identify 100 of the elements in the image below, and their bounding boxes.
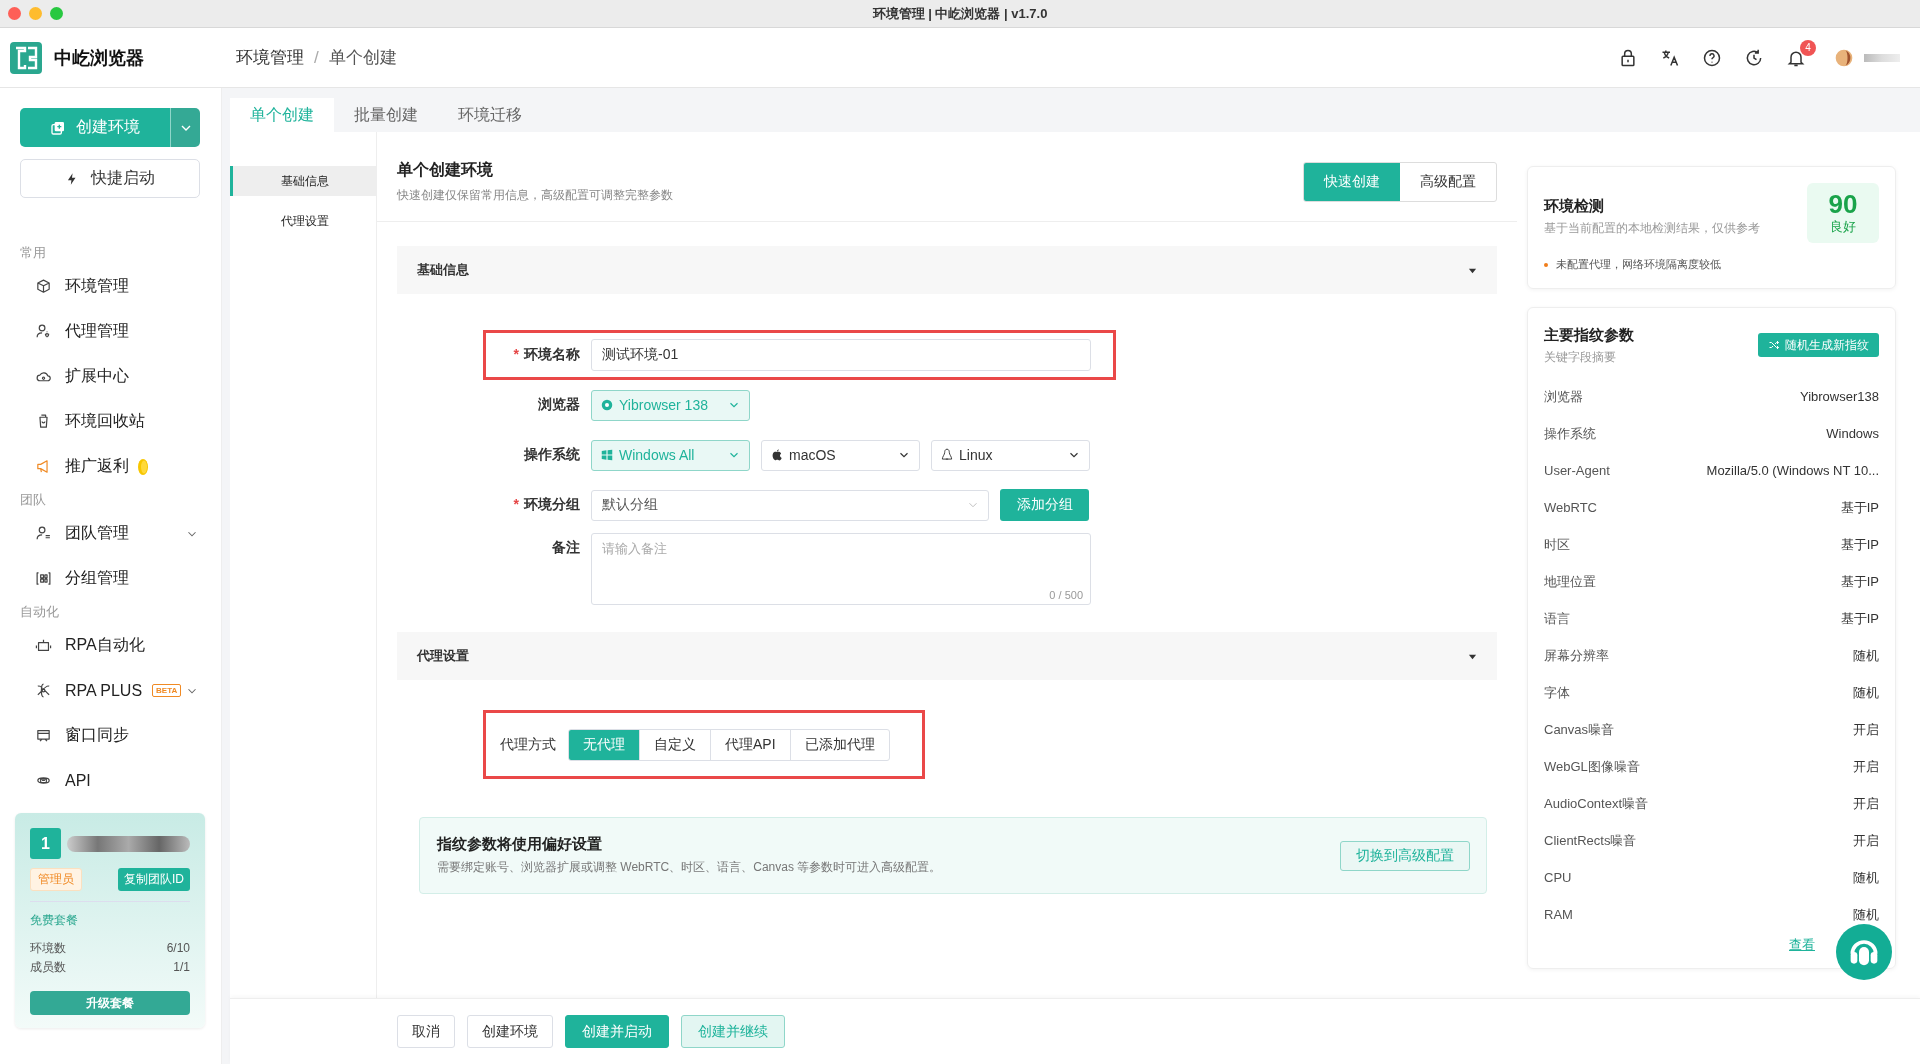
nav-item[interactable]: 扩展中心 <box>20 354 201 399</box>
parameter-label: 语言 <box>1544 609 1570 628</box>
close-window-button[interactable] <box>8 7 21 20</box>
role-tag: 管理员 <box>30 868 82 891</box>
parameter-label: CPU <box>1544 870 1572 885</box>
parameter-value: 开启 <box>1853 831 1879 850</box>
section-nav-item[interactable]: 基础信息 <box>230 166 376 196</box>
quick-start-button[interactable]: 快捷启动 <box>20 159 200 198</box>
parameter-value: Windows <box>1826 426 1879 441</box>
window-title: 环境管理 | 中屹浏览器 | v1.7.0 <box>872 4 1048 23</box>
stat-value: 1/1 <box>173 959 190 976</box>
parameter-label: Canvas噪音 <box>1544 720 1615 739</box>
stat-label: 成员数 <box>30 959 66 976</box>
browser-icon <box>600 398 614 412</box>
score-badge: 90 良好 <box>1807 183 1879 243</box>
nav-item[interactable]: RPA自动化 <box>20 623 201 668</box>
lock-icon[interactable] <box>1618 47 1638 68</box>
parameter-value: 开启 <box>1853 720 1879 739</box>
nav-item[interactable]: 环境管理 <box>20 264 201 309</box>
page-title: 单个创建环境 <box>397 159 494 180</box>
coin-icon <box>137 457 149 476</box>
users-icon <box>35 525 52 542</box>
blurred-username <box>1864 53 1900 62</box>
proxy-option[interactable]: 已添加代理 <box>789 729 889 760</box>
parameter-value: 随机 <box>1853 905 1879 924</box>
nav-item[interactable]: 环境回收站 <box>20 399 201 444</box>
proxy-option[interactable]: 自定义 <box>639 729 710 760</box>
breadcrumb-item[interactable]: 环境管理 <box>236 46 304 69</box>
tab[interactable]: 环境迁移 <box>438 98 542 132</box>
robot-icon <box>35 637 52 654</box>
team-number: 1 <box>30 828 61 859</box>
parameter-value: 随机 <box>1853 683 1879 702</box>
beta-tag: BETA <box>152 684 182 697</box>
breadcrumb-item: 单个创建 <box>328 47 397 69</box>
nav-item[interactable]: 窗口同步 <box>20 713 201 758</box>
environment-name-field[interactable]: 测试环境-01 <box>591 339 1091 371</box>
page-subtitle: 快速创建仅保留常用信息，高级配置可调整完整参数 <box>397 186 673 204</box>
section-header[interactable]: 基础信息 <box>397 246 1497 294</box>
tab[interactable]: 批量创建 <box>334 98 438 132</box>
parameter-label: WebRTC <box>1544 500 1597 515</box>
stat-label: 环境数 <box>30 940 66 957</box>
footer-button[interactable]: 创建环境 <box>467 1015 553 1048</box>
character-counter: 0 / 500 <box>1049 589 1083 601</box>
stat-value: 6/10 <box>166 940 190 957</box>
parameter-value: 开启 <box>1853 794 1879 813</box>
parameter-label: AudioContext噪音 <box>1544 794 1649 813</box>
parameter-value: 基于IP <box>1840 572 1879 591</box>
field-label: 浏览器 <box>537 396 580 414</box>
nav-item[interactable]: RPA PLUS BETA <box>20 668 201 713</box>
parameter-value: 开启 <box>1853 757 1879 776</box>
avatar[interactable] <box>1834 47 1854 68</box>
parameter-label: 屏幕分辨率 <box>1544 646 1609 665</box>
warning-text: 未配置代理，网络环境隔离度较低 <box>1556 257 1721 272</box>
user-gear-icon <box>35 323 52 340</box>
field-label: * 环境名称 <box>512 346 580 364</box>
parameter-value: 基于IP <box>1840 535 1879 554</box>
apple-icon <box>770 448 784 462</box>
mode-toggle[interactable]: 高级配置 <box>1400 162 1496 201</box>
proxy-option[interactable]: 代理API <box>710 729 790 760</box>
card-title: 主要指纹参数 <box>1544 326 1634 345</box>
plan-name: 免费套餐 <box>30 912 79 929</box>
window-icon <box>35 727 52 744</box>
refresh-icon[interactable] <box>1744 47 1764 68</box>
breadcrumb-separator: / <box>314 47 319 68</box>
nav-item[interactable]: 分组管理 <box>20 556 201 601</box>
nav-item[interactable]: 代理管理 <box>20 309 201 354</box>
parameter-value: Mozilla/5.0 (Windows NT 10... <box>1706 463 1879 478</box>
add-copy-icon <box>50 119 66 136</box>
app-name: 中屹浏览器 <box>54 46 144 70</box>
help-icon[interactable] <box>1702 47 1722 68</box>
footer-button[interactable]: 取消 <box>397 1015 455 1048</box>
cube-icon <box>35 278 52 295</box>
parameter-value: 随机 <box>1853 868 1879 887</box>
os-select[interactable]: macOS <box>761 439 920 471</box>
section-nav-item[interactable]: 代理设置 <box>230 206 376 236</box>
notice-title: 指纹参数将使用偏好设置 <box>437 835 603 854</box>
group-icon <box>35 570 52 587</box>
field-label: 操作系统 <box>523 446 580 464</box>
parameter-value: 基于IP <box>1840 609 1879 628</box>
section-header[interactable]: 代理设置 <box>397 632 1497 680</box>
parameter-label: 浏览器 <box>1544 387 1583 406</box>
notice-text: 需要绑定账号、浏览器扩展或调整 WebRTC、时区、语言、Canvas 等参数时可进入高级配置。 <box>437 859 942 876</box>
nav-item[interactable]: 团队管理 <box>20 511 201 556</box>
group-select[interactable]: 默认分组 <box>591 489 989 521</box>
parameter-value: 基于IP <box>1840 498 1879 517</box>
parameter-label: 操作系统 <box>1544 424 1596 443</box>
nav-item[interactable]: API <box>20 758 201 803</box>
parameter-label: 字体 <box>1544 683 1570 702</box>
nav-section-title: 常用 <box>20 244 47 262</box>
card-subtitle: 基于当前配置的本地检测结果，仅供参考 <box>1544 220 1760 237</box>
nav-item[interactable]: 推广返利 <box>20 444 201 489</box>
notification-badge: 4 <box>1800 39 1816 56</box>
field-label: 代理方式 <box>500 735 556 754</box>
windows-icon <box>600 448 614 462</box>
os-select[interactable]: Linux <box>931 439 1090 471</box>
field-label: * 环境分组 <box>512 496 580 514</box>
parameter-label: WebGL图像噪音 <box>1544 757 1640 776</box>
parameter-label: 地理位置 <box>1544 572 1596 591</box>
nav-section-title: 团队 <box>20 491 47 509</box>
logo-icon <box>10 41 42 74</box>
